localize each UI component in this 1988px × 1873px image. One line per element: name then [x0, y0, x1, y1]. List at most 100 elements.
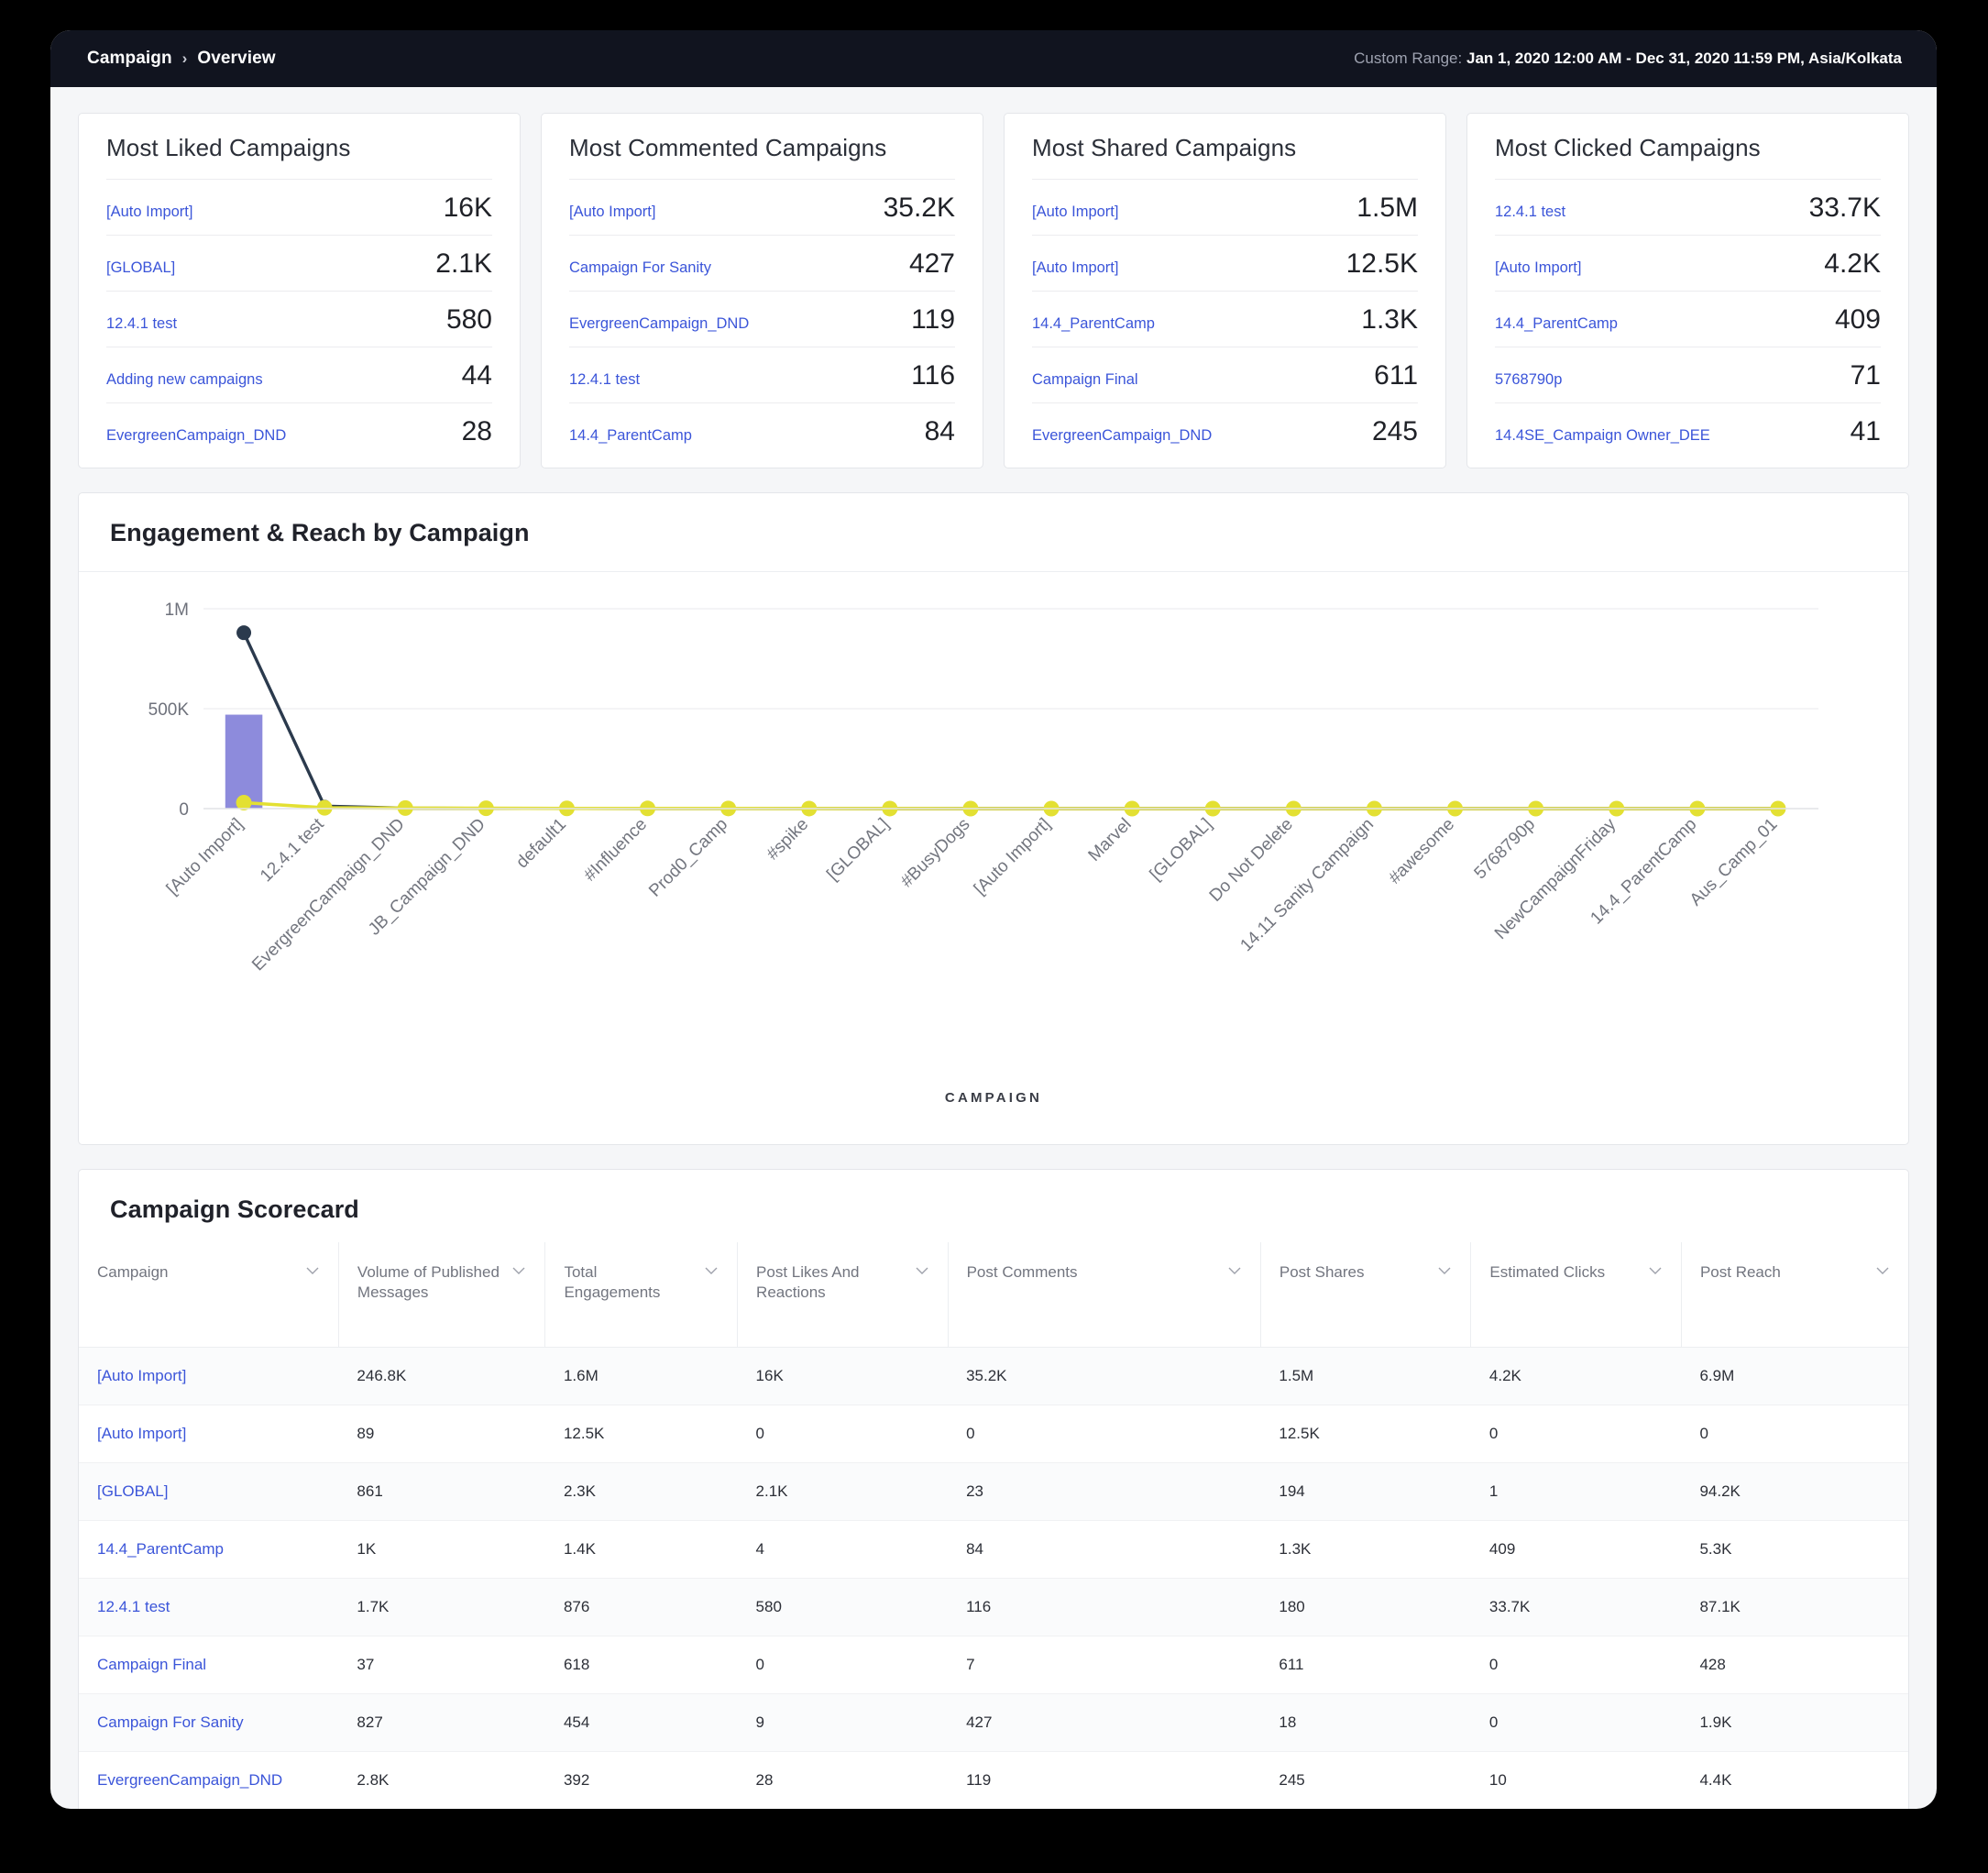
table-cell-campaign[interactable]: 14.4_ParentCamp — [79, 1520, 339, 1579]
chevron-down-icon[interactable] — [1437, 1266, 1452, 1275]
list-item[interactable]: 14.4_ParentCamp 1.3K — [1032, 291, 1418, 347]
breadcrumb-overview[interactable]: Overview — [197, 49, 275, 69]
list-item[interactable]: 12.4.1 test 116 — [569, 347, 955, 402]
campaign-link[interactable]: 14.4_ParentCamp — [1032, 315, 1155, 333]
campaign-link[interactable]: 5768790p — [1495, 371, 1562, 389]
table-row[interactable]: [Auto Import] 246.8K 1.6M 16K 35.2K 1.5M 4.2K 6… — [79, 1347, 1908, 1405]
campaign-link[interactable]: EvergreenCampaign_DND — [97, 1771, 282, 1789]
table-row[interactable]: Campaign Final 37 618 0 7 611 0 428 — [79, 1636, 1908, 1694]
campaign-link[interactable]: [Auto Import] — [106, 204, 192, 221]
table-row[interactable]: Campaign For Sanity 827 454 9 427 18 0 1.9K — [79, 1693, 1908, 1752]
x-axis-tick-label: [Auto Import] — [163, 815, 247, 899]
column-header-post-likes-and-reactions[interactable]: Post Likes And Reactions — [737, 1242, 949, 1348]
campaign-link[interactable]: [Auto Import] — [1495, 259, 1581, 277]
table-cell-metric: 119 — [948, 1751, 1261, 1809]
chart-line-volume[interactable] — [243, 800, 1778, 810]
campaign-link[interactable]: [GLOBAL] — [106, 259, 175, 277]
campaign-link[interactable]: [Auto Import] — [97, 1367, 186, 1384]
campaign-link[interactable]: 12.4.1 test — [106, 315, 177, 333]
table-cell-campaign[interactable]: Campaign For Sanity — [79, 1693, 339, 1752]
table-cell-metric: 28 — [737, 1751, 949, 1809]
chart-line-engagements[interactable] — [242, 632, 1778, 810]
chevron-down-icon[interactable] — [915, 1266, 929, 1275]
list-item[interactable]: 14.4_ParentCamp 409 — [1495, 291, 1881, 347]
campaign-link[interactable]: EvergreenCampaign_DND — [1032, 427, 1212, 445]
table-row[interactable]: EvergreenCampaign_DND 2.8K 392 28 119 245 10 4.… — [79, 1751, 1908, 1809]
chevron-down-icon[interactable] — [305, 1266, 320, 1275]
table-cell-campaign[interactable]: EvergreenCampaign_DND — [79, 1751, 339, 1809]
list-item[interactable]: 14.4_ParentCamp 84 — [569, 402, 955, 458]
campaign-link[interactable]: [Auto Import] — [1032, 259, 1118, 277]
list-item[interactable]: Adding new campaigns 44 — [106, 347, 492, 402]
date-range-selector[interactable]: Custom Range: Jan 1, 2020 12:00 AM - Dec… — [1354, 50, 1902, 68]
table-cell-metric: 12.5K — [1260, 1405, 1471, 1463]
date-range-label: Custom Range: — [1354, 50, 1463, 67]
table-cell-metric: 5.3K — [1681, 1520, 1908, 1579]
list-item[interactable]: EvergreenCampaign_DND 28 — [106, 402, 492, 458]
table-cell-metric: 245 — [1260, 1751, 1471, 1809]
campaign-link[interactable]: Campaign For Sanity — [97, 1713, 244, 1731]
chart-point[interactable] — [316, 799, 333, 816]
list-item[interactable]: EvergreenCampaign_DND 119 — [569, 291, 955, 347]
chart-point[interactable] — [236, 625, 252, 641]
campaign-link[interactable]: [Auto Import] — [1032, 204, 1118, 221]
column-header-total-engagements[interactable]: Total Engagements — [544, 1242, 739, 1348]
table-cell-campaign[interactable]: [Auto Import] — [79, 1405, 339, 1463]
campaign-link[interactable]: Campaign Final — [97, 1656, 206, 1673]
campaign-link[interactable]: [Auto Import] — [97, 1425, 186, 1442]
campaign-link[interactable]: [Auto Import] — [569, 204, 655, 221]
table-cell-campaign[interactable]: [GLOBAL] — [79, 1462, 339, 1521]
list-item[interactable]: Campaign Final 611 — [1032, 347, 1418, 402]
column-header-campaign[interactable]: Campaign — [79, 1242, 339, 1348]
chart-bar[interactable] — [225, 714, 263, 809]
campaign-link[interactable]: 12.4.1 test — [97, 1598, 170, 1615]
table-row[interactable]: 14.4_ParentCamp 1K 1.4K 4 84 1.3K 409 5.3K — [79, 1520, 1908, 1579]
chevron-down-icon[interactable] — [1875, 1266, 1890, 1275]
campaign-link[interactable]: EvergreenCampaign_DND — [569, 315, 749, 333]
campaign-link[interactable]: [GLOBAL] — [97, 1482, 168, 1500]
campaign-link[interactable]: 14.4_ParentCamp — [97, 1540, 224, 1558]
list-item[interactable]: [Auto Import] 16K — [106, 179, 492, 235]
campaign-link[interactable]: EvergreenCampaign_DND — [106, 427, 286, 445]
table-cell-campaign[interactable]: Campaign Final — [79, 1636, 339, 1694]
campaign-link[interactable]: 14.4_ParentCamp — [569, 427, 692, 445]
campaign-link[interactable]: Campaign For Sanity — [569, 259, 711, 277]
column-header-post-reach[interactable]: Post Reach — [1681, 1242, 1908, 1348]
chevron-down-icon[interactable] — [704, 1266, 719, 1275]
chevron-down-icon[interactable] — [1648, 1266, 1663, 1275]
list-item[interactable]: [Auto Import] 1.5M — [1032, 179, 1418, 235]
list-item[interactable]: [Auto Import] 35.2K — [569, 179, 955, 235]
campaign-link[interactable]: 12.4.1 test — [569, 371, 640, 389]
table-cell-campaign[interactable]: [Auto Import] — [79, 1347, 339, 1405]
column-label: Post Shares — [1279, 1263, 1365, 1281]
engagement-reach-chart[interactable]: 0500K1M[Auto Import] 12.4.1 testEvergreen… — [106, 589, 1881, 1084]
campaign-link[interactable]: Campaign Final — [1032, 371, 1138, 389]
svg-text:[Auto Import]: [Auto Import] — [971, 815, 1055, 899]
list-item[interactable]: EvergreenCampaign_DND 245 — [1032, 402, 1418, 458]
chevron-down-icon[interactable] — [1227, 1266, 1242, 1275]
list-item[interactable]: 12.4.1 test 580 — [106, 291, 492, 347]
table-row[interactable]: [Auto Import] 89 12.5K 0 0 12.5K 0 0 — [79, 1405, 1908, 1463]
list-item[interactable]: [Auto Import] 12.5K — [1032, 235, 1418, 291]
campaign-link[interactable]: 14.4SE_Campaign Owner_DEE — [1495, 427, 1710, 445]
column-header-post-shares[interactable]: Post Shares — [1260, 1242, 1472, 1348]
list-item[interactable]: 5768790p 71 — [1495, 347, 1881, 402]
list-item[interactable]: [Auto Import] 4.2K — [1495, 235, 1881, 291]
column-header-estimated-clicks[interactable]: Estimated Clicks — [1470, 1242, 1682, 1348]
table-row[interactable]: [GLOBAL] 861 2.3K 2.1K 23 194 1 94.2K — [79, 1462, 1908, 1521]
column-header-volume-of-published-messages[interactable]: Volume of Published Messages — [338, 1242, 546, 1348]
list-item[interactable]: Campaign For Sanity 427 — [569, 235, 955, 291]
list-item[interactable]: 14.4SE_Campaign Owner_DEE 41 — [1495, 402, 1881, 458]
chevron-down-icon[interactable] — [511, 1266, 526, 1275]
column-header-post-comments[interactable]: Post Comments — [948, 1242, 1261, 1348]
breadcrumb-campaign[interactable]: Campaign — [87, 49, 172, 69]
table-cell-campaign[interactable]: 12.4.1 test — [79, 1578, 339, 1636]
campaign-link[interactable]: 14.4_ParentCamp — [1495, 315, 1618, 333]
campaign-link[interactable]: 12.4.1 test — [1495, 204, 1565, 221]
list-item[interactable]: [GLOBAL] 2.1K — [106, 235, 492, 291]
campaign-link[interactable]: Adding new campaigns — [106, 371, 263, 389]
list-item[interactable]: 12.4.1 test 33.7K — [1495, 179, 1881, 235]
table-cell-metric: 87.1K — [1681, 1578, 1908, 1636]
table-row[interactable]: 12.4.1 test 1.7K 876 580 116 180 33.7K 87.1K — [79, 1578, 1908, 1636]
x-axis-tick-label: #BusyDogs — [897, 815, 974, 892]
